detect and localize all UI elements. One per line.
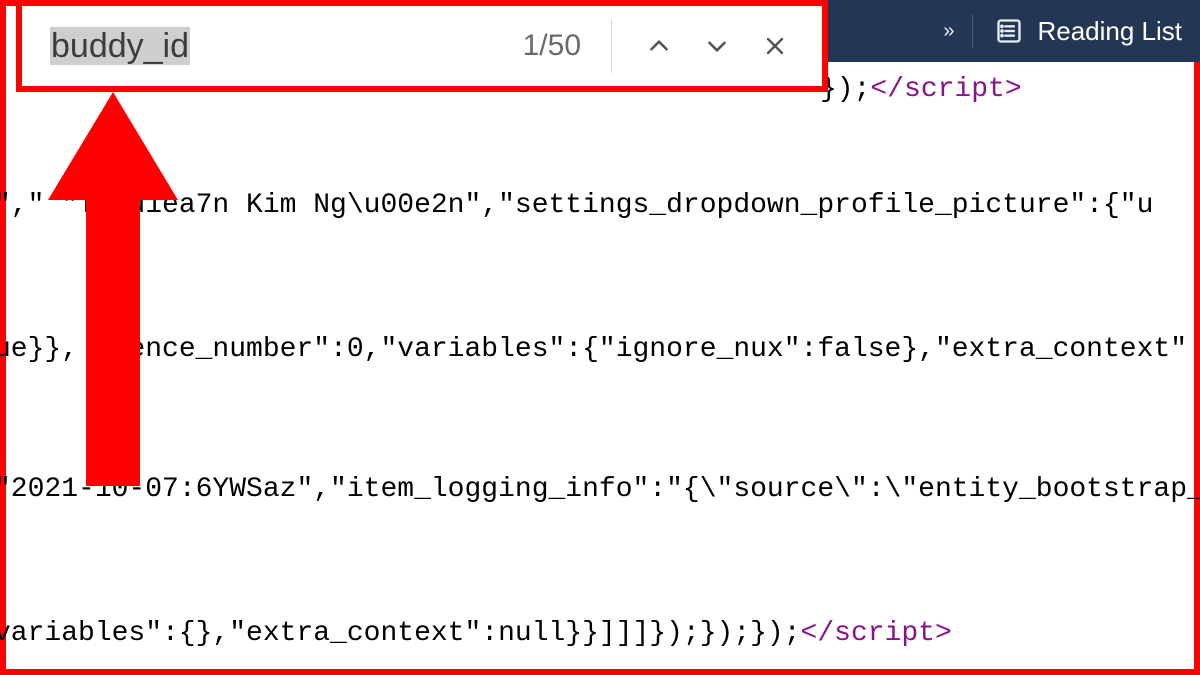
- find-close-button[interactable]: [746, 17, 804, 75]
- find-in-page-bar: buddy_id 1/50: [16, 0, 828, 92]
- overflow-chevrons-icon[interactable]: »: [943, 20, 950, 43]
- reading-list-button[interactable]: Reading List: [995, 16, 1182, 47]
- html-closing-tag: </script​>: [801, 618, 952, 649]
- source-line: "2021-10-07:6YWSaz","item_logging_info":…: [0, 474, 1200, 505]
- source-line: ue}}, quence_number":0,"variables":{"ign…: [0, 334, 1187, 365]
- source-text: ue}}, quence_number":0,"variables":{"ign…: [0, 334, 1187, 365]
- reading-list-icon: [995, 17, 1023, 45]
- source-text: variables":{},"extra_context":null}}]]]}…: [0, 618, 801, 649]
- annotation-arrow: [48, 92, 178, 486]
- find-match-count: 1/50: [523, 29, 581, 63]
- toolbar-divider: [972, 14, 973, 48]
- page-source-content: });</script​> "," "Tr\u1ea7n Kim Ng\u00e…: [0, 62, 1200, 675]
- source-line: variables":{},"extra_context":null}}]]]}…: [0, 618, 952, 649]
- find-next-button[interactable]: [688, 17, 746, 75]
- html-closing-tag: </script​>: [870, 74, 1021, 105]
- annotated-screenshot-frame: » Reading List buddy_id 1/50: [0, 0, 1200, 675]
- find-query-input[interactable]: buddy_id: [50, 27, 523, 66]
- source-line: });</script​>: [820, 74, 1022, 105]
- reading-list-label: Reading List: [1037, 16, 1182, 47]
- find-prev-button[interactable]: [630, 17, 688, 75]
- browser-toolbar-right: » Reading List: [822, 0, 1200, 62]
- findbar-divider: [611, 19, 612, 73]
- source-text: "2021-10-07:6YWSaz","item_logging_info":…: [0, 474, 1200, 505]
